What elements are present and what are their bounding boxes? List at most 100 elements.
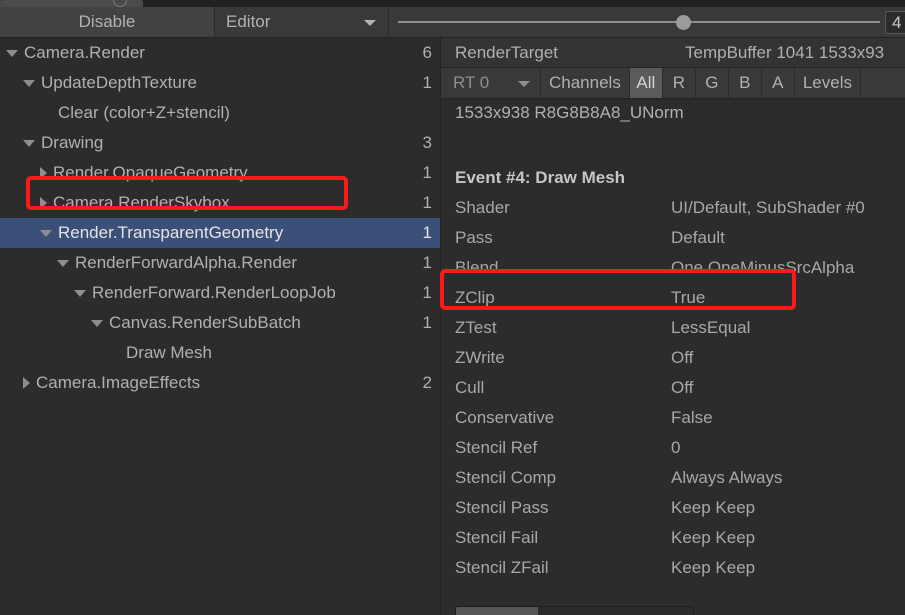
tree-row[interactable]: Render.TransparentGeometry 1 [0,218,440,248]
tree-row[interactable]: RenderForward.RenderLoopJob 1 [0,278,440,308]
channel-button-r[interactable]: R [663,68,696,98]
tree-row[interactable]: RenderForwardAlpha.Render 1 [0,248,440,278]
rt-index-dropdown-label: RT 0 [453,73,490,92]
rt-index-dropdown[interactable]: RT 0 [441,68,541,98]
shader-state-row: Conservative False [441,403,905,433]
triangle-right-icon[interactable] [40,197,47,209]
shader-state-row: ZTest LessEqual [441,313,905,343]
triangle-down-icon[interactable] [57,259,69,267]
shader-state-value: 0 [671,438,681,457]
channel-button-b[interactable]: B [729,68,762,98]
tree-row-label: RenderForwardAlpha.Render [75,253,298,272]
channel-button-a[interactable]: A [762,68,795,98]
render-target-size: 1533x938 R8G8B8A8_UNorm [455,103,684,122]
chevron-down-icon [518,81,530,87]
tree-row[interactable]: Clear (color+Z+stencil) [0,98,440,128]
chevron-down-icon [364,20,376,26]
target-dropdown-label: Editor [226,12,271,31]
tree-row[interactable]: Render.OpaqueGeometry 1 [0,158,440,188]
shader-state-key: Stencil ZFail [455,558,549,577]
tree-row-label: Render.TransparentGeometry [58,223,284,242]
tree-row-no-toggle [40,113,52,114]
shader-state-key: ZClip [455,288,495,307]
shader-state-row: Blend One OneMinusSrcAlpha [441,253,905,283]
shader-state-row: Stencil Fail Keep Keep [441,523,905,553]
levels-label: Levels [795,68,861,98]
tree-row-count: 1 [422,283,432,302]
tree-row-label: Drawing [41,133,104,152]
tree-row[interactable]: Camera.Render 6 [0,38,440,68]
tree-row[interactable]: UpdateDepthTexture 1 [0,68,440,98]
tree-row[interactable]: Drawing 3 [0,128,440,158]
tree-row-label: Camera.RenderSkybox [53,193,230,212]
tree-row-label: RenderForward.RenderLoopJob [92,283,336,302]
tree-row[interactable]: Camera.RenderSkybox 1 [0,188,440,218]
disable-button[interactable]: Disable [0,7,215,37]
triangle-down-icon[interactable] [74,289,86,297]
render-target-value: TempBuffer 1041 1533x93 [685,42,885,62]
event-tree: Camera.Render 6 UpdateDepthTexture 1 Clear (… [0,38,440,615]
shader-state-row: Stencil Ref 0 [441,433,905,463]
tree-row-count: 1 [422,193,432,212]
shader-state-row: Cull Off [441,373,905,403]
triangle-down-icon[interactable] [91,319,103,327]
tree-row-no-toggle [108,353,120,354]
channel-button-all[interactable]: All [629,68,663,98]
tab-preview[interactable]: Preview [456,607,539,615]
channel-button-g[interactable]: G [696,68,729,98]
shader-state-value: One OneMinusSrcAlpha [671,258,855,277]
frame-slider[interactable] [398,7,880,37]
shader-state-row: Stencil Pass Keep Keep [441,493,905,523]
shader-state-key: ZWrite [455,348,505,367]
triangle-down-icon[interactable] [40,229,52,237]
preview-tab-group: Preview ShaderProperties [455,606,694,615]
triangle-right-icon[interactable] [40,167,47,179]
triangle-down-icon[interactable] [6,49,18,57]
target-dropdown[interactable]: Editor [216,7,389,37]
tree-row-count: 3 [422,133,432,152]
event-detail-panel: RenderTarget TempBuffer 1041 1533x93 RT … [440,38,905,615]
shader-state-row: Pass Default [441,223,905,253]
tree-row-count: 1 [422,313,432,332]
shader-state-value: UI/Default, SubShader #0 [671,198,865,217]
shader-state-value: Keep Keep [671,558,756,577]
frame-slider-knob[interactable] [676,15,691,30]
shader-state-key: Stencil Fail [455,528,539,547]
frame-index-field[interactable]: 4 [885,11,905,34]
shader-state-row: Stencil Comp Always Always [441,463,905,493]
shader-state-key: Blend [455,258,499,277]
shader-state-key: Pass [455,228,493,247]
tree-row-label: Camera.Render [24,43,145,62]
shader-state-value: Keep Keep [671,528,756,547]
shader-state-key: Shader [455,198,510,217]
tree-row-count: 2 [422,373,432,392]
shader-state-value: Always Always [671,468,783,487]
tree-row-count: 1 [422,73,432,92]
shader-state-row: ZClip True [441,283,905,313]
tree-row-label: Camera.ImageEffects [36,373,201,392]
triangle-down-icon[interactable] [23,79,35,87]
triangle-right-icon[interactable] [23,377,30,389]
tab-strip-empty-area [143,0,905,7]
shader-state-key: Conservative [455,408,555,427]
shader-state-value: LessEqual [671,318,751,337]
toolbar: Disable Editor 4 [0,7,905,38]
shader-state-value: False [671,408,713,427]
tree-row-count: 1 [422,223,432,242]
tree-row-label: Render.OpaqueGeometry [53,163,248,182]
tree-row[interactable]: Draw Mesh [0,338,440,368]
tree-row-count: 6 [422,43,432,62]
tree-row[interactable]: Canvas.RenderSubBatch 1 [0,308,440,338]
tree-row-label: UpdateDepthTexture [41,73,197,92]
tree-row[interactable]: Camera.ImageEffects 2 [0,368,440,398]
triangle-down-icon[interactable] [23,139,35,147]
shader-state-key: Stencil Pass [455,498,549,517]
tree-row-label: Draw Mesh [126,343,212,362]
shader-state-value: True [671,288,706,307]
event-title: Event #4: Draw Mesh [455,168,626,187]
shader-state-row: Shader UI/Default, SubShader #0 [441,193,905,223]
render-target-label: RenderTarget [455,42,559,62]
tab-shader-properties[interactable]: ShaderProperties [538,607,692,615]
tree-row-count: 1 [422,253,432,272]
frame-slider-track [398,21,880,23]
